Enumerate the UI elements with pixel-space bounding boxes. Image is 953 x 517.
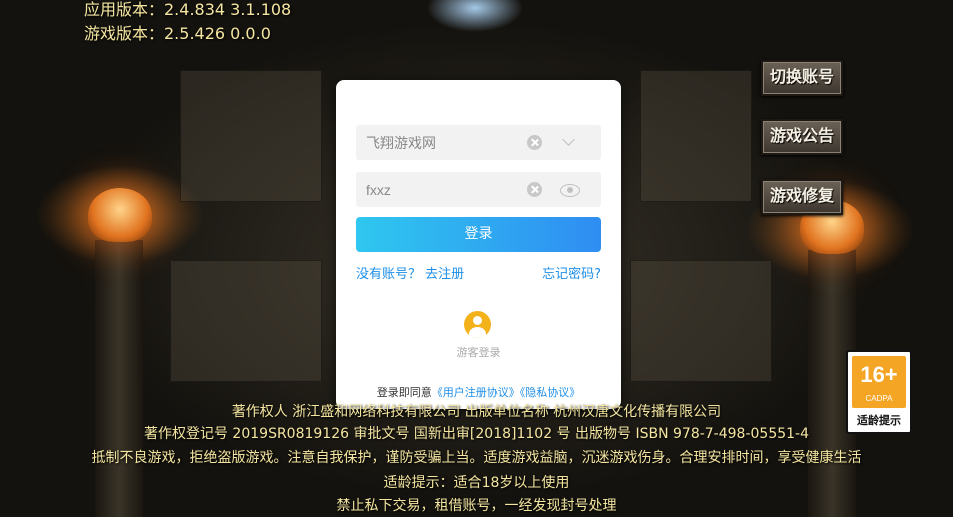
password-input[interactable]	[366, 172, 516, 207]
footer-copyright: 著作权人 浙江盛和网络科技有限公司 出版单位名称 杭州汉唐文化传播有限公司	[231, 404, 722, 420]
switch-account-button[interactable]: 切换账号	[761, 60, 843, 96]
chevron-down-icon[interactable]	[562, 133, 575, 146]
agreement-text: 登录即同意《用户注册协议》《隐私协议》	[336, 384, 621, 400]
wall-block	[640, 70, 752, 202]
password-field	[356, 172, 601, 207]
forgot-password-link[interactable]: 忘记密码?	[542, 263, 601, 282]
eye-icon[interactable]	[560, 184, 580, 197]
clear-icon[interactable]	[527, 135, 542, 150]
login-button[interactable]: 登录	[356, 217, 601, 252]
age-rating-number: 16+	[860, 362, 898, 387]
footer-registration: 著作权登记号 2019SR0819126 审批文号 国新出审[2018]1102…	[143, 426, 810, 442]
privacy-link[interactable]: 《隐私协议》	[520, 386, 581, 399]
repair-button[interactable]: 游戏修复	[761, 179, 843, 215]
app-version: 应用版本：2.4.834 3.1.108	[84, 0, 292, 19]
guest-login-label[interactable]: 游客登录	[336, 344, 621, 360]
login-dialog: 登录 没有账号？ 去注册 忘记密码? 游客登录 登录即同意《用户注册协议》《隐私…	[336, 80, 621, 409]
footer-trade-notice: 禁止私下交易，租借账号，一经发现封号处理	[336, 498, 617, 514]
user-agreement-link[interactable]: 《用户注册协议》	[432, 386, 520, 399]
footer-health-notice: 抵制不良游戏，拒绝盗版游戏。注意自我保护，谨防受骗上当。适度游戏益脑，沉迷游戏伤…	[91, 450, 862, 466]
left-lamp	[88, 188, 152, 242]
agreement-prefix: 登录即同意	[376, 386, 432, 399]
wall-block	[180, 70, 322, 202]
footer-age-notice: 适龄提示：适合18岁以上使用	[383, 475, 570, 491]
clear-icon[interactable]	[527, 182, 542, 197]
account-field	[356, 125, 601, 160]
age-rating-badge[interactable]: 16+ CADPA 适龄提示	[846, 350, 912, 434]
wall-block	[170, 260, 322, 382]
wall-block	[630, 260, 772, 382]
announcement-button[interactable]: 游戏公告	[761, 119, 843, 155]
account-input[interactable]	[366, 125, 516, 160]
game-version: 游戏版本：2.5.426 0.0.0	[84, 24, 271, 43]
user-icon[interactable]	[464, 311, 491, 338]
register-link[interactable]: 没有账号？ 去注册	[356, 263, 464, 282]
